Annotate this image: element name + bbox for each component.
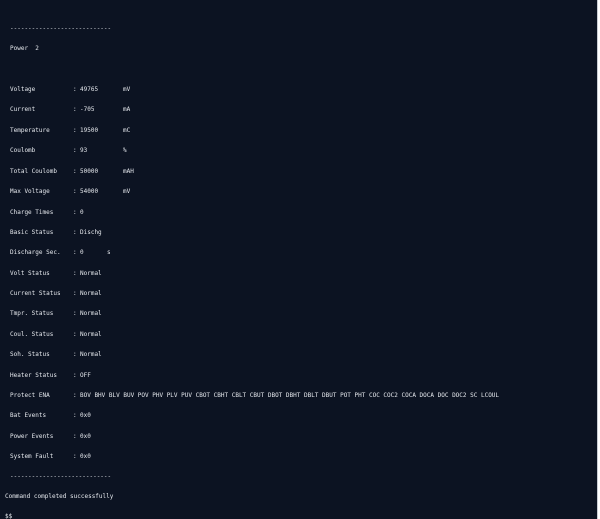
field-unit: s bbox=[107, 249, 111, 256]
command-prompt[interactable]: $$ bbox=[5, 513, 12, 519]
field-label: Total Coulomb bbox=[10, 168, 57, 175]
field-label: Max Voltage bbox=[10, 188, 50, 195]
field-value: -705 bbox=[80, 106, 95, 113]
field-row-tmpr-status: Tmpr. Status : Normal bbox=[10, 310, 590, 318]
field-row-temperature: Temperature : 19500 mC bbox=[10, 127, 590, 135]
field-row-soh-status: Soh. Status : Normal bbox=[10, 351, 590, 359]
field-label: Discharge Sec. bbox=[10, 249, 61, 256]
field-label: Power Events bbox=[10, 433, 54, 440]
terminal-window[interactable]: ---------------------------- Power 2 Vol… bbox=[0, 0, 598, 519]
field-value: BOV BHV BLV BUV POV PHV PLV PUV CBOT CBH… bbox=[80, 392, 500, 399]
field-label: Voltage bbox=[10, 86, 36, 93]
separator-bottom: ---------------------------- bbox=[10, 473, 112, 480]
field-colon: : bbox=[73, 168, 77, 175]
field-colon: : bbox=[73, 351, 77, 358]
field-colon: : bbox=[73, 331, 77, 338]
field-value: Dischg bbox=[80, 229, 102, 236]
field-unit: mAH bbox=[123, 168, 134, 175]
field-value: OFF bbox=[80, 372, 91, 379]
field-colon: : bbox=[73, 290, 77, 297]
field-label: Soh. Status bbox=[10, 351, 50, 358]
field-row-power-events: Power Events : 0x0 bbox=[10, 433, 590, 441]
field-colon: : bbox=[73, 229, 77, 236]
field-value: 49765 bbox=[80, 86, 99, 93]
field-colon: : bbox=[73, 433, 77, 440]
field-row-max-voltage: Max Voltage : 54000 mV bbox=[10, 188, 590, 196]
field-row-total-coulomb: Total Coulomb : 50000 mAH bbox=[10, 168, 590, 176]
field-colon: : bbox=[73, 147, 77, 154]
field-colon: : bbox=[73, 310, 77, 317]
field-value: 0x0 bbox=[80, 433, 91, 440]
field-value: 19500 bbox=[80, 127, 99, 134]
field-value: Normal bbox=[80, 351, 102, 358]
field-colon: : bbox=[73, 270, 77, 277]
field-value: 54000 bbox=[80, 188, 99, 195]
field-label: Current Status bbox=[10, 290, 61, 297]
field-row-current-status: Current Status : Normal bbox=[10, 290, 590, 298]
field-unit: mC bbox=[123, 127, 131, 134]
field-unit: mV bbox=[123, 188, 131, 195]
field-row-coul-status: Coul. Status : Normal bbox=[10, 331, 590, 339]
field-value: 0 bbox=[80, 249, 84, 256]
field-label: Bat Events bbox=[10, 412, 47, 419]
field-row-bat-events: Bat Events : 0x0 bbox=[10, 412, 590, 420]
field-colon: : bbox=[73, 412, 77, 419]
field-colon: : bbox=[73, 209, 77, 216]
field-unit: mV bbox=[123, 86, 131, 93]
field-colon: : bbox=[73, 86, 77, 93]
separator-top: ---------------------------- bbox=[10, 25, 112, 32]
field-label: Coul. Status bbox=[10, 331, 54, 338]
field-label: Current bbox=[10, 106, 36, 113]
field-row-voltage: Voltage : 49765 mV bbox=[10, 86, 590, 94]
field-value: Normal bbox=[80, 270, 102, 277]
field-value: 50000 bbox=[80, 168, 99, 175]
field-label: Coulomb bbox=[10, 147, 36, 154]
field-label: Tmpr. Status bbox=[10, 310, 54, 317]
field-row-system-fault: System Fault : 0x0 bbox=[10, 453, 590, 461]
field-unit: % bbox=[123, 147, 127, 154]
field-value: Normal bbox=[80, 310, 102, 317]
field-colon: : bbox=[73, 453, 77, 460]
field-colon: : bbox=[73, 188, 77, 195]
field-row-discharge-sec: Discharge Sec. : 0 s bbox=[10, 249, 590, 257]
field-label: Charge Times bbox=[10, 209, 54, 216]
field-colon: : bbox=[73, 127, 77, 134]
field-value: 0x0 bbox=[80, 412, 91, 419]
field-value: Normal bbox=[80, 331, 102, 338]
field-label: Volt Status bbox=[10, 270, 50, 277]
field-label: Protect ENA bbox=[10, 392, 50, 399]
field-label: Temperature bbox=[10, 127, 50, 134]
field-value: 0x0 bbox=[80, 453, 91, 460]
field-label: System Fault bbox=[10, 453, 54, 460]
field-colon: : bbox=[73, 106, 77, 113]
field-row-heater-status: Heater Status : OFF bbox=[10, 372, 590, 380]
field-row-volt-status: Volt Status : Normal bbox=[10, 270, 590, 278]
field-label: Basic Status bbox=[10, 229, 54, 236]
field-colon: : bbox=[73, 372, 77, 379]
field-row-charge-times: Charge Times : 0 bbox=[10, 209, 590, 217]
field-unit: mA bbox=[123, 106, 131, 113]
field-row-protect-ena: Protect ENA : BOV BHV BLV BUV POV PHV PL… bbox=[10, 392, 590, 400]
field-label: Heater Status bbox=[10, 372, 57, 379]
field-value: 93 bbox=[80, 147, 88, 154]
power-label: Power 2 bbox=[10, 45, 39, 52]
field-row-basic-status: Basic Status : Dischg bbox=[10, 229, 590, 237]
field-colon: : bbox=[73, 249, 77, 256]
field-value: Normal bbox=[80, 290, 102, 297]
field-value: 0 bbox=[80, 209, 84, 216]
field-row-coulomb: Coulomb : 93 % bbox=[10, 147, 590, 155]
status-message: Command completed successfully bbox=[5, 493, 114, 500]
field-colon: : bbox=[73, 392, 77, 399]
field-row-current: Current : -705 mA bbox=[10, 106, 590, 114]
